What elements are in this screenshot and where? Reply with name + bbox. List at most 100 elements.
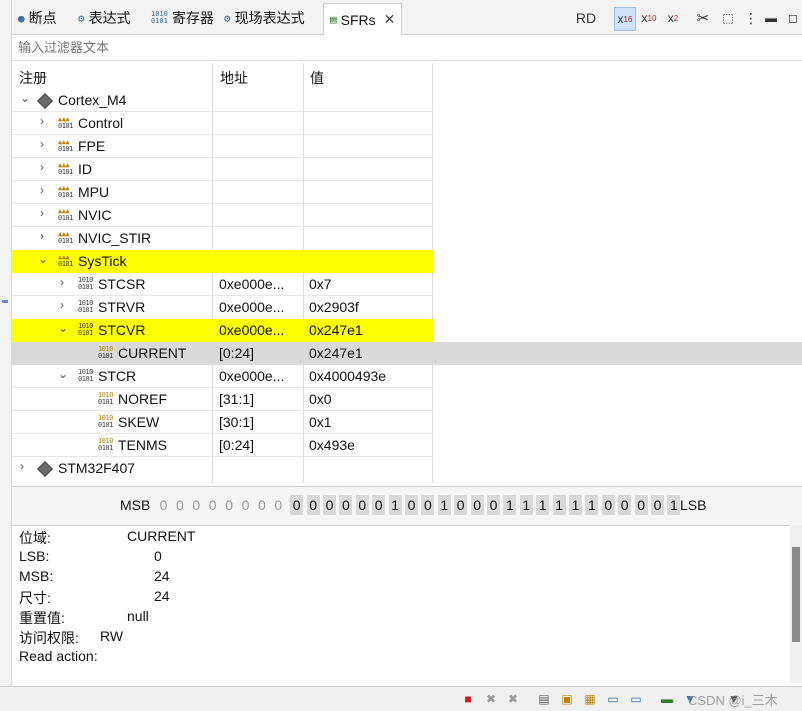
bit-cell[interactable]: 0 — [306, 495, 320, 515]
chevron-right-icon[interactable]: › — [60, 275, 64, 289]
column-header-register[interactable]: 注册 — [19, 68, 47, 88]
remove-all-icon[interactable]: ✖ — [506, 692, 520, 706]
pin-console-icon[interactable]: ▭ — [606, 692, 620, 706]
chevron-right-icon[interactable]: › — [20, 459, 24, 473]
minimize-icon[interactable]: ▬ — [764, 7, 778, 29]
tab-breakpoints[interactable]: ● 断点 — [18, 4, 57, 32]
field-value[interactable]: 0x493e — [309, 437, 355, 453]
tree-row-fpe[interactable]: › ▲▲▲ 0101 FPE — [12, 135, 802, 158]
column-header-value[interactable]: 值 — [310, 68, 324, 88]
console-icon[interactable]: ▤ — [537, 692, 551, 706]
filter-input[interactable] — [12, 34, 802, 60]
bit-cell[interactable]: 0 — [372, 495, 386, 515]
chevron-down-icon[interactable]: ⌄ — [58, 321, 68, 335]
register-group-icon: ▲▲▲ 0101 — [58, 207, 73, 222]
bit-cell[interactable]: 0 — [651, 495, 664, 515]
bit-cell[interactable]: 0 — [405, 495, 418, 515]
configure-icon[interactable]: ✂ — [694, 7, 712, 29]
tree-row-nvic[interactable]: › ▲▲▲ 0101 NVIC — [12, 204, 802, 227]
maximize-icon[interactable]: ◻ — [785, 7, 801, 29]
bit-cell[interactable]: 1 — [503, 495, 517, 515]
lsb-label: LSB — [680, 497, 707, 513]
bit-cell[interactable]: 1 — [569, 495, 582, 515]
open-console-icon[interactable]: ▬ — [660, 692, 674, 706]
word-wrap-icon[interactable]: ▦ — [583, 692, 597, 706]
bit-cell[interactable]: 0 — [421, 495, 435, 515]
details-scrollbar[interactable] — [790, 525, 802, 683]
bit-cell[interactable]: 1 — [667, 495, 681, 515]
tree-row-systick[interactable]: ⌄ ▲▲▲ 0101 SysTick — [12, 250, 802, 273]
tree-row-id[interactable]: › ▲▲▲ 0101 ID — [12, 158, 802, 181]
field-icon: 1010 0101 — [98, 391, 113, 406]
bit-cell[interactable]: 0 — [601, 495, 615, 515]
chevron-right-icon[interactable]: › — [40, 137, 44, 151]
bit-cell[interactable]: 0 — [454, 495, 468, 515]
tree-row-stm32f407[interactable]: › STM32F407 — [12, 457, 802, 480]
chevron-down-icon[interactable]: ⌄ — [58, 367, 68, 381]
scrollbar-thumb[interactable] — [792, 547, 800, 642]
tree-row-skew[interactable]: 1010 0101 SKEW [30:1] 0x1 — [12, 411, 802, 434]
tree-row-mpu[interactable]: › ▲▲▲ 0101 MPU — [12, 181, 802, 204]
view-menu-icon[interactable]: ⋮ — [744, 7, 758, 29]
tab-expressions[interactable]: ⚙ 表达式 — [78, 4, 131, 32]
lock-icon[interactable]: ▣ — [560, 692, 574, 706]
hex-format-button[interactable]: x 16 — [614, 7, 636, 31]
rd-button[interactable]: RD — [572, 7, 600, 29]
field-value[interactable]: 0x247e1 — [309, 345, 363, 361]
bit-cell[interactable]: 1 — [585, 495, 599, 515]
bit-cell[interactable]: 1 — [536, 495, 550, 515]
tree-row-current[interactable]: 1010 0101 CURRENT [0:24] 0x247e1 — [12, 342, 802, 365]
display-selected-icon[interactable]: ▭ — [629, 692, 643, 706]
column-header-address[interactable]: 地址 — [220, 68, 248, 88]
tree-row-stcvr[interactable]: ⌄ 1010 0101 STCVR 0xe000e... 0x247e1 — [12, 319, 802, 342]
tree-row-cortex-m4[interactable]: ⌄ Cortex_M4 — [12, 89, 802, 112]
chevron-right-icon[interactable]: › — [40, 229, 44, 243]
field-value[interactable]: 0x0 — [309, 391, 332, 407]
bit-cell[interactable]: 0 — [634, 495, 648, 515]
register-value[interactable]: 0x247e1 — [309, 322, 363, 338]
detail-value: 24 — [154, 568, 170, 584]
register-value[interactable]: 0x2903f — [309, 299, 359, 315]
tab-live-expressions[interactable]: ⚙ 现场表达式 — [224, 4, 305, 32]
field-value[interactable]: 0x1 — [309, 414, 332, 430]
view-tab-bar: ● 断点 ⚙ 表达式 1010 0101 寄存器 ⚙ 现场表达式 ▤ SFRs ✕… — [12, 0, 802, 35]
register-value[interactable]: 0x4000493e — [309, 368, 386, 384]
bin-format-button[interactable]: x2 — [664, 7, 682, 29]
tree-row-tenms[interactable]: 1010 0101 TENMS [0:24] 0x493e — [12, 434, 802, 457]
tree-row-noref[interactable]: 1010 0101 NOREF [31:1] 0x0 — [12, 388, 802, 411]
register-value[interactable]: 0x7 — [309, 276, 332, 292]
chevron-right-icon[interactable]: › — [40, 206, 44, 220]
bit-cell[interactable]: 0 — [355, 495, 369, 515]
remove-icon[interactable]: ✖ — [484, 692, 498, 706]
tree-row-control[interactable]: › ▲▲▲ 0101 Control — [12, 112, 802, 135]
chevron-right-icon[interactable]: › — [40, 114, 44, 128]
tree-row-nvic-stir[interactable]: › ▲▲▲ 0101 NVIC_STIR — [12, 227, 802, 250]
chevron-down-icon[interactable]: ⌄ — [20, 91, 30, 105]
bit-cell[interactable]: 0 — [618, 495, 632, 515]
rd-label: RD — [575, 10, 597, 26]
bit-cell-inactive: 0 — [175, 497, 184, 513]
tree-row-strvr[interactable]: › 1010 0101 STRVR 0xe000e... 0x2903f — [12, 296, 802, 319]
chevron-right-icon[interactable]: › — [60, 298, 64, 312]
chevron-right-icon[interactable]: › — [40, 160, 44, 174]
tab-registers[interactable]: 1010 0101 寄存器 — [151, 4, 214, 32]
stop-icon[interactable]: ■ — [461, 692, 475, 706]
chevron-right-icon[interactable]: › — [40, 183, 44, 197]
bit-cell[interactable]: 0 — [470, 495, 484, 515]
bit-cell[interactable]: 0 — [323, 495, 336, 515]
tree-row-stcr[interactable]: ⌄ 1010 0101 STCR 0xe000e... 0x4000493e — [12, 365, 802, 388]
bit-cell[interactable]: 0 — [339, 495, 353, 515]
bit-cell[interactable]: 1 — [388, 495, 402, 515]
bit-cell[interactable]: 1 — [519, 495, 533, 515]
chevron-down-icon[interactable]: ⌄ — [38, 252, 48, 266]
dec-format-button[interactable]: x 10 — [639, 7, 659, 29]
bit-cell[interactable]: 0 — [487, 495, 500, 515]
tab-sfrs[interactable]: ▤ SFRs ✕ — [323, 3, 403, 35]
close-icon[interactable]: ✕ — [384, 11, 396, 28]
bit-cell[interactable]: 1 — [552, 495, 566, 515]
bit-cell[interactable]: 1 — [437, 495, 451, 515]
pin-icon[interactable]: ⬚ — [719, 7, 737, 29]
detail-key: 重置值: — [19, 610, 65, 626]
bit-cell[interactable]: 0 — [290, 495, 304, 515]
tree-row-stcsr[interactable]: › 1010 0101 STCSR 0xe000e... 0x7 — [12, 273, 802, 296]
